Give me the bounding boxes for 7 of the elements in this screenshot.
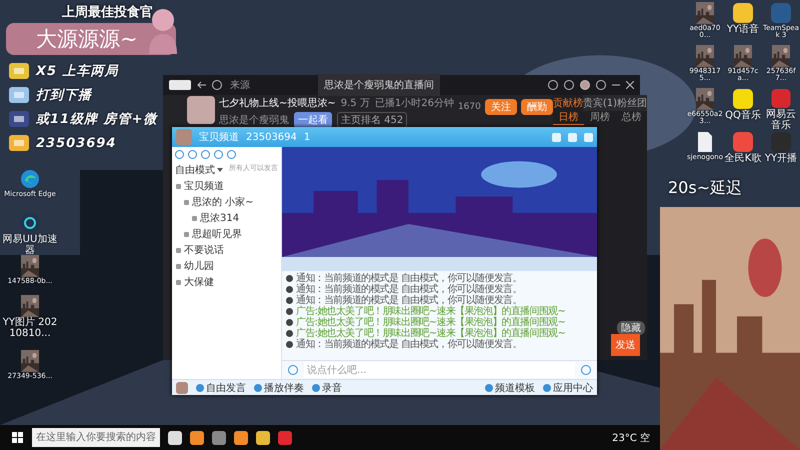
search-field[interactable]: 在这里输入你要搜索的内容 [32, 428, 160, 447]
taskbar-app-icon[interactable] [234, 430, 248, 444]
taskbar-app-icon[interactable] [190, 430, 204, 444]
weather-reading: 23°C 空 [612, 432, 650, 444]
taskbar-app-icon[interactable] [256, 430, 270, 444]
start-icon[interactable] [12, 432, 24, 444]
taskbar-app-icon[interactable] [168, 430, 182, 444]
